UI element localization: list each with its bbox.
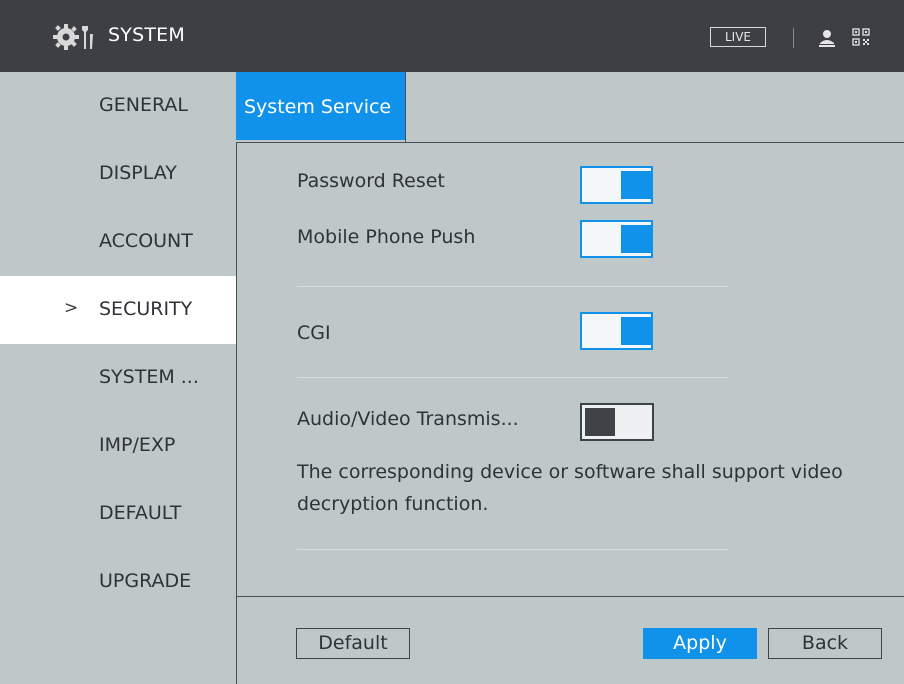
av-transmission-toggle[interactable] <box>580 403 654 441</box>
tab-system-service[interactable]: System Service <box>236 72 405 140</box>
sidebar-item-label: IMP/EXP <box>99 434 176 456</box>
page-title: SYSTEM <box>108 24 185 46</box>
sidebar-item-label: DISPLAY <box>99 162 177 184</box>
password-reset-label: Password Reset <box>297 170 445 192</box>
live-button[interactable]: LIVE <box>710 27 766 47</box>
tab-divider <box>405 72 406 142</box>
sidebar-item-label: UPGRADE <box>99 570 192 592</box>
sidebar-item-system-info[interactable]: SYSTEM ... <box>0 344 236 412</box>
sidebar-item-label: DEFAULT <box>99 502 182 524</box>
mobile-push-toggle[interactable] <box>580 220 653 258</box>
toggle-knob <box>621 317 651 345</box>
sidebar: GENERAL DISPLAY ACCOUNT > SECURITY SYSTE… <box>0 72 236 684</box>
section-divider <box>297 377 728 378</box>
sidebar-item-label: SYSTEM ... <box>99 366 199 388</box>
tab-label: System Service <box>244 96 392 118</box>
qr-code-icon[interactable] <box>852 27 870 47</box>
sidebar-item-label: SECURITY <box>99 298 193 320</box>
sidebar-item-upgrade[interactable]: UPGRADE <box>0 548 236 616</box>
panel-bottom-border <box>236 596 904 597</box>
cgi-label: CGI <box>297 322 331 344</box>
default-button[interactable]: Default <box>296 628 410 659</box>
av-transmission-label: Audio/Video Transmis... <box>297 408 519 430</box>
mobile-push-label: Mobile Phone Push <box>297 226 476 248</box>
toggle-knob <box>585 408 615 436</box>
panel-left-border <box>236 142 237 684</box>
header-divider <box>793 28 794 48</box>
cgi-toggle[interactable] <box>580 312 653 350</box>
section-divider <box>297 549 728 550</box>
sidebar-item-general[interactable]: GENERAL <box>0 72 236 140</box>
chevron-right-icon: > <box>64 298 79 318</box>
top-bar: SYSTEM LIVE <box>0 0 904 72</box>
settings-gear-icon <box>53 24 93 50</box>
sidebar-item-account[interactable]: ACCOUNT <box>0 208 236 276</box>
system-settings-window: SYSTEM LIVE GENERAL DISPLAY ACCOUNT > SE… <box>0 0 904 684</box>
sidebar-item-label: GENERAL <box>99 94 188 116</box>
sidebar-item-display[interactable]: DISPLAY <box>0 140 236 208</box>
section-divider <box>297 286 728 287</box>
panel-top-border <box>236 142 904 143</box>
toggle-knob <box>621 171 651 199</box>
sidebar-item-imp-exp[interactable]: IMP/EXP <box>0 412 236 480</box>
decryption-note: The corresponding device or software sha… <box>297 461 843 515</box>
sidebar-item-security[interactable]: > SECURITY <box>0 276 236 344</box>
back-button[interactable]: Back <box>768 628 882 659</box>
sidebar-item-label: ACCOUNT <box>99 230 193 252</box>
apply-button[interactable]: Apply <box>643 628 757 659</box>
sidebar-item-default[interactable]: DEFAULT <box>0 480 236 548</box>
user-icon[interactable] <box>818 28 836 48</box>
toggle-knob <box>621 225 651 253</box>
password-reset-toggle[interactable] <box>580 166 653 204</box>
